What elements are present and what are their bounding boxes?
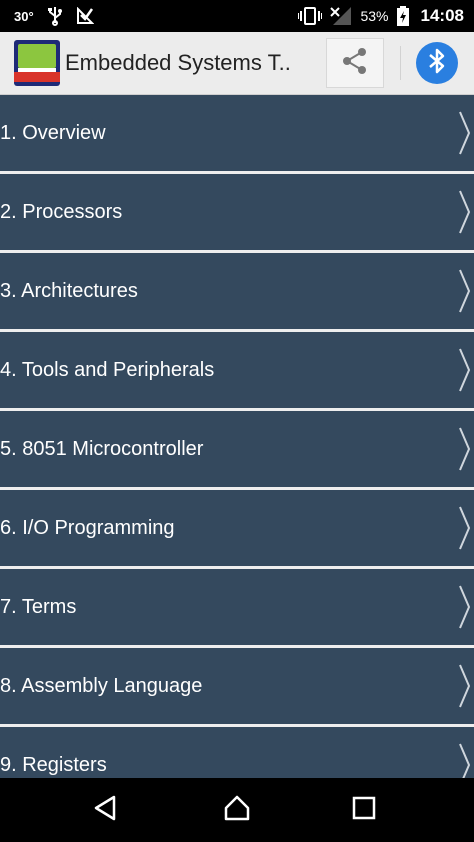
list-item[interactable]: 1. Overview — [0, 95, 474, 171]
home-button[interactable] — [207, 778, 267, 842]
usb-icon — [47, 6, 62, 26]
list-item[interactable]: 8. Assembly Language — [0, 648, 474, 724]
list-item[interactable]: 5. 8051 Microcontroller — [0, 411, 474, 487]
list-item-label: 4. Tools and Peripherals — [0, 359, 215, 381]
list-item-label: 7. Terms — [0, 596, 77, 618]
app-bar: Embedded Systems T.. — [0, 32, 474, 95]
battery-charging-icon — [396, 6, 409, 26]
chevron-right-icon — [459, 111, 471, 160]
app-title: Embedded Systems T.. — [65, 50, 291, 75]
bluetooth-icon — [427, 47, 447, 80]
list-item[interactable]: 9. Registers — [0, 727, 474, 778]
share-icon — [340, 46, 370, 81]
list-item-label: 2. Processors — [0, 201, 123, 223]
chevron-right-icon — [459, 269, 471, 318]
divider — [400, 46, 401, 80]
status-bar: 30° 53% 14:08 — [0, 0, 474, 32]
chevron-right-icon — [459, 348, 471, 397]
list-item[interactable]: 4. Tools and Peripherals — [0, 332, 474, 408]
chevron-right-icon — [459, 506, 471, 555]
download-check-icon — [76, 7, 94, 25]
back-button[interactable] — [75, 778, 135, 842]
share-button[interactable] — [326, 38, 384, 88]
recent-apps-button[interactable] — [334, 778, 394, 842]
list-item-label: 9. Registers — [0, 754, 107, 776]
home-icon — [223, 794, 251, 827]
list-item-label: 5. 8051 Microcontroller — [0, 438, 204, 460]
list-item-label: 1. Overview — [0, 122, 106, 144]
clock-text: 14:08 — [420, 6, 464, 25]
temperature-text: 30° — [14, 8, 34, 24]
list-item-label: 8. Assembly Language — [0, 675, 203, 697]
navigation-bar — [0, 778, 474, 842]
no-signal-icon — [330, 6, 352, 26]
list-item[interactable]: 2. Processors — [0, 174, 474, 250]
bluetooth-button[interactable] — [416, 42, 458, 84]
chevron-right-icon — [459, 190, 471, 239]
vibrate-icon — [298, 7, 323, 25]
list-item[interactable]: 7. Terms — [0, 569, 474, 645]
chevron-right-icon — [459, 585, 471, 634]
recent-apps-square-icon — [352, 796, 376, 825]
app-logo-icon — [14, 40, 60, 86]
back-triangle-icon — [92, 795, 118, 826]
list-item[interactable]: 6. I/O Programming — [0, 490, 474, 566]
chevron-right-icon — [459, 743, 471, 778]
list-item[interactable]: 3. Architectures — [0, 253, 474, 329]
topic-list: 1. Overview 2. Processors 3. Architectur… — [0, 95, 474, 778]
list-item-label: 3. Architectures — [0, 280, 138, 302]
chevron-right-icon — [459, 664, 471, 713]
chevron-right-icon — [459, 427, 471, 476]
battery-percent-text: 53% — [360, 8, 389, 24]
list-item-label: 6. I/O Programming — [0, 517, 175, 539]
